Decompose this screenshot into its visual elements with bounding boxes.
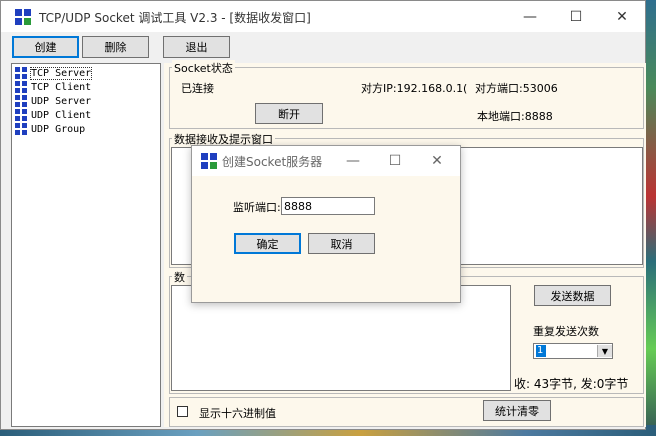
dialog-title: 创建Socket服务器 xyxy=(222,155,323,169)
listen-port-label: 监听端口: xyxy=(233,201,281,214)
repeat-count-label: 重复发送次数 xyxy=(533,325,599,338)
chevron-down-icon[interactable]: ▼ xyxy=(597,345,612,357)
repeat-count-value: 1 xyxy=(536,345,546,357)
dialog-maximize-button[interactable]: ☐ xyxy=(374,146,416,176)
cancel-button[interactable]: 取消 xyxy=(308,233,375,254)
local-port: 本地端口:8888 xyxy=(477,110,553,123)
tree-item-udp-server[interactable]: UDP Server xyxy=(15,94,91,108)
dialog-title-bar[interactable]: 创建Socket服务器 — ☐ ✕ xyxy=(192,146,460,176)
grid-icon xyxy=(15,95,27,107)
hex-checkbox-label: 显示十六进制值 xyxy=(199,407,276,420)
close-button[interactable]: ✕ xyxy=(599,1,645,32)
create-button[interactable]: 创建 xyxy=(12,36,79,58)
socket-status-title: Socket状态 xyxy=(172,60,235,76)
ok-button[interactable]: 确定 xyxy=(234,233,301,254)
grid-icon xyxy=(15,67,27,79)
app-icon xyxy=(201,153,217,169)
tree-item-label: TCP Server xyxy=(29,66,93,80)
tree-item-label: UDP Server xyxy=(31,95,92,107)
delete-button[interactable]: 删除 xyxy=(82,36,149,58)
window-title: TCP/UDP Socket 调试工具 V2.3 - [数据收发窗口] xyxy=(39,11,311,25)
remote-port: 对方端口:53006 xyxy=(475,82,558,95)
title-bar[interactable]: TCP/UDP Socket 调试工具 V2.3 - [数据收发窗口] — ☐ … xyxy=(1,1,645,32)
socket-tree[interactable]: TCP Server TCP Client UDP Server UDP Cli… xyxy=(11,63,161,427)
dialog-close-button[interactable]: ✕ xyxy=(416,146,458,176)
app-icon xyxy=(15,9,31,25)
grid-icon xyxy=(15,109,27,121)
tree-item-udp-client[interactable]: UDP Client xyxy=(15,108,91,122)
clear-stats-button[interactable]: 统计清零 xyxy=(483,400,551,421)
socket-status-group xyxy=(169,67,644,129)
disconnect-button[interactable]: 断开 xyxy=(255,103,323,124)
tree-item-label: UDP Client xyxy=(31,109,92,121)
listen-port-input[interactable]: 8888 xyxy=(281,197,375,215)
maximize-button[interactable]: ☐ xyxy=(553,1,599,32)
grid-icon xyxy=(15,123,27,135)
send-title: 数 xyxy=(172,269,187,285)
remote-ip: 对方IP:192.168.0.1( xyxy=(361,82,468,95)
connection-state: 已连接 xyxy=(181,82,214,95)
tree-item-label: UDP Group xyxy=(31,123,86,135)
grid-icon xyxy=(15,81,27,93)
repeat-count-combo[interactable]: 1 ▼ xyxy=(533,343,613,359)
tree-item-label: TCP Client xyxy=(31,81,92,93)
hex-checkbox[interactable] xyxy=(177,406,188,417)
desktop-background-right xyxy=(645,0,656,436)
tree-item-tcp-server[interactable]: TCP Server xyxy=(15,66,93,80)
create-server-dialog: 创建Socket服务器 — ☐ ✕ 监听端口: 8888 确定 取消 xyxy=(191,145,461,303)
byte-stats: 收: 43字节, 发:0字节 xyxy=(514,375,629,392)
tree-item-tcp-client[interactable]: TCP Client xyxy=(15,80,91,94)
send-data-button[interactable]: 发送数据 xyxy=(534,285,611,306)
exit-button[interactable]: 退出 xyxy=(163,36,230,58)
tree-item-udp-group[interactable]: UDP Group xyxy=(15,122,85,136)
minimize-button[interactable]: — xyxy=(507,1,553,32)
dialog-minimize-button[interactable]: — xyxy=(332,146,374,176)
